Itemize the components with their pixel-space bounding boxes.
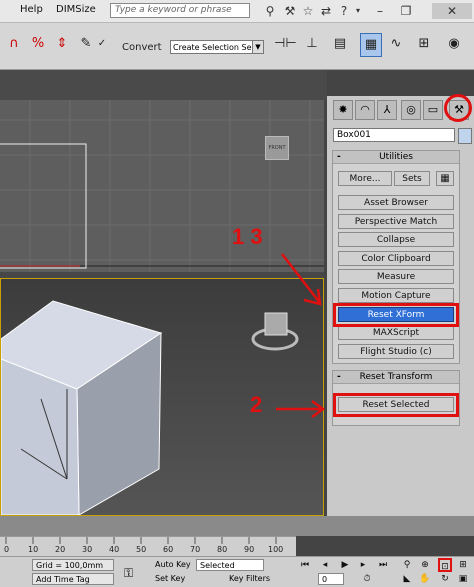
previous-frame-icon[interactable]: ◂ (318, 558, 332, 572)
maximize-viewport-icon[interactable]: ▣ (456, 572, 470, 586)
tick-label: 50 (136, 545, 147, 554)
zoom-all-icon[interactable]: ⊕ (418, 558, 432, 572)
key-filters-button[interactable]: Key Filters... (226, 573, 270, 585)
search-input[interactable]: Type a keyword or phrase (110, 3, 250, 18)
measure-button[interactable]: Measure (338, 269, 454, 284)
spinner-snap-icon[interactable]: ⇕ (52, 33, 72, 55)
annotation-step-13: 1 3 (232, 224, 263, 249)
magnet-icon[interactable]: ∩ (4, 33, 24, 55)
close-icon[interactable]: ✕ (432, 3, 472, 19)
tick-label: 10 (28, 545, 39, 554)
viewcube[interactable]: FRONT (265, 136, 289, 160)
schematic-view-icon[interactable]: ⊞ (414, 33, 434, 55)
help-dropdown-icon[interactable]: ▾ (350, 3, 366, 19)
set-key-button[interactable]: Set Key (152, 573, 192, 585)
mirror-icon[interactable]: ⊣⊢ (274, 33, 297, 55)
scene-explorer-icon[interactable]: ▦ (360, 33, 382, 57)
create-tab-icon[interactable]: ✸ (333, 100, 353, 120)
chevron-down-icon[interactable]: ▼ (252, 41, 263, 53)
orbit-icon[interactable]: ↻ (438, 572, 452, 586)
reset-selected-highlight (333, 393, 459, 417)
pan-icon[interactable]: ✋ (418, 572, 432, 586)
tick-label: 30 (82, 545, 93, 554)
key-icon[interactable]: ⚿ (124, 566, 133, 581)
tick-label: 40 (109, 545, 120, 554)
viewport-perspective[interactable] (0, 278, 324, 516)
convert-label: Convert (122, 42, 162, 53)
key-mode-dropdown[interactable]: Selected (196, 559, 264, 571)
go-to-start-icon[interactable]: ⏮ (298, 558, 312, 572)
restore-icon[interactable]: ❐ (398, 3, 414, 19)
curve-editor-icon[interactable]: ∿ (386, 33, 406, 55)
time-slider[interactable] (0, 516, 474, 536)
minimize-icon[interactable]: – (372, 3, 388, 19)
menu-dimsize[interactable]: DIMSize (56, 4, 96, 15)
reset-xform-highlight (333, 303, 459, 327)
display-tab-icon[interactable]: ▭ (423, 100, 443, 120)
wrench-icon[interactable]: ⚒ (282, 3, 298, 19)
viewport-front[interactable]: FRONT (0, 100, 324, 272)
asset-browser-button[interactable]: Asset Browser (338, 195, 454, 210)
flight-studio-button[interactable]: Flight Studio (c) (338, 344, 454, 359)
abc-icon[interactable]: ✓ (92, 33, 112, 55)
current-frame-field[interactable]: 0 (318, 573, 344, 585)
hierarchy-tab-icon[interactable]: ⅄ (377, 100, 397, 120)
perspective-match-button[interactable]: Perspective Match (338, 214, 454, 229)
tick-label: 90 (244, 545, 255, 554)
time-config-icon[interactable]: ⏱ (360, 572, 374, 586)
tick-label: 60 (163, 545, 174, 554)
add-time-tag-button[interactable]: Add Time Tag (32, 573, 114, 585)
utilities-tab-highlight (444, 94, 472, 122)
auto-key-button[interactable]: Auto Key (152, 559, 192, 571)
configure-sets-icon[interactable]: ▦ (436, 171, 454, 186)
modify-tab-icon[interactable]: ◠ (355, 100, 375, 120)
color-clipboard-button[interactable]: Color Clipboard (338, 251, 454, 266)
layer-manager-icon[interactable]: ▤ (330, 33, 350, 55)
sets-button[interactable]: Sets (394, 171, 430, 186)
menu-bar: Help DIMSize Type a keyword or phrase ⚲ … (0, 0, 474, 23)
tick-label: 70 (190, 545, 201, 554)
annotation-step-2: 2 (250, 392, 263, 417)
motion-tab-icon[interactable]: ◎ (401, 100, 421, 120)
zoom-extents-all-icon[interactable]: ⊞ (456, 558, 470, 572)
align-icon[interactable]: ⊥ (302, 33, 322, 55)
selection-set-dropdown[interactable]: Create Selection Se ▼ (170, 40, 264, 54)
main-toolbar: ∩ % ⇕ ✎ ✓ Convert Create Selection Se ▼ … (0, 23, 474, 70)
more-button[interactable]: More... (338, 171, 392, 186)
utilities-rollout-header[interactable]: - Utilities (333, 151, 459, 164)
viewport-header (0, 70, 327, 100)
viewcube-label: FRONT (268, 145, 286, 151)
menu-help[interactable]: Help (20, 4, 43, 15)
play-icon[interactable]: ▶ (338, 558, 352, 572)
maxscript-button[interactable]: MAXScript (338, 325, 454, 340)
tick-label: 80 (217, 545, 228, 554)
percent-snap-icon[interactable]: % (28, 33, 48, 55)
object-name-field[interactable]: Box001 (333, 128, 455, 142)
tick-label: 100 (268, 545, 284, 554)
next-frame-icon[interactable]: ▸ (356, 558, 370, 572)
exchange-icon[interactable]: ⇄ (318, 3, 334, 19)
tick-label: 0 (4, 545, 10, 554)
go-to-end-icon[interactable]: ⏭ (376, 558, 390, 572)
grid-size-readout: Grid = 100,0mm (32, 559, 114, 571)
selection-set-value: Create Selection Se (173, 43, 252, 52)
zoom-extents-icon[interactable]: ⊡ (438, 558, 452, 572)
object-color-swatch[interactable] (458, 128, 472, 144)
binoculars-icon[interactable]: ⚲ (262, 3, 278, 19)
motion-capture-button[interactable]: Motion Capture (338, 288, 454, 303)
star-icon[interactable]: ☆ (300, 3, 316, 19)
reset-transform-rollout-header[interactable]: - Reset Transform (333, 371, 459, 384)
collapse-button[interactable]: Collapse (338, 232, 454, 247)
field-of-view-icon[interactable]: ◣ (400, 572, 414, 586)
zoom-icon[interactable]: ⚲ (400, 558, 414, 572)
tick-label: 20 (55, 545, 66, 554)
material-editor-icon[interactable]: ◉ (444, 33, 464, 55)
